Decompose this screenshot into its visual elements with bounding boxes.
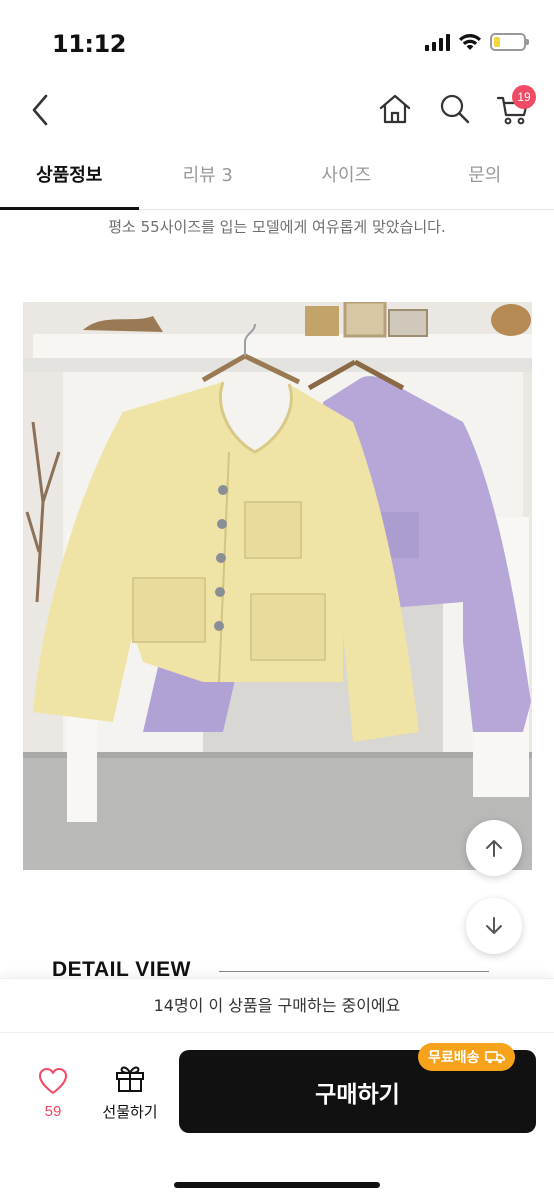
gift-icon <box>116 1066 144 1092</box>
back-arrow-icon[interactable] <box>26 92 58 128</box>
like-button[interactable]: 59 <box>30 1067 76 1120</box>
divider <box>219 971 489 972</box>
heart-icon <box>39 1068 67 1094</box>
top-navigation: 19 <box>0 80 554 140</box>
home-icon[interactable] <box>376 90 414 128</box>
gift-button[interactable]: 선물하기 <box>98 1063 162 1122</box>
product-tabs: 상품정보 리뷰 3 사이즈 문의 <box>0 150 554 210</box>
cart-count-badge: 19 <box>512 85 536 109</box>
home-indicator <box>174 1182 380 1188</box>
size-note: 평소 55사이즈를 입는 모델에게 여유롭게 맞았습니다. <box>108 218 446 236</box>
tab-reviews[interactable]: 리뷰 3 <box>139 150 278 209</box>
arrow-up-icon <box>486 840 502 857</box>
free-shipping-badge: 무료배송 <box>418 1043 515 1071</box>
arrow-down-icon <box>486 917 502 934</box>
truck-icon <box>484 1051 505 1064</box>
search-icon[interactable] <box>436 90 474 128</box>
wifi-icon <box>459 34 481 50</box>
tab-product-info[interactable]: 상품정보 <box>0 150 139 210</box>
viewers-banner: 14명이 이 상품을 구매하는 중이에요 <box>0 978 554 1032</box>
gift-label: 선물하기 <box>102 1103 158 1121</box>
status-bar: 11:12 <box>0 0 554 80</box>
status-icons <box>425 33 529 51</box>
signal-icon <box>425 33 450 51</box>
purchase-bar: 59 선물하기 구매하기 무료배송 <box>0 1032 554 1200</box>
battery-icon <box>490 33 529 51</box>
tab-inquiry[interactable]: 문의 <box>416 150 554 209</box>
free-shipping-label: 무료배송 <box>428 1050 480 1066</box>
like-count: 59 <box>44 1103 62 1120</box>
product-image <box>23 302 532 870</box>
status-time: 11:12 <box>52 30 126 58</box>
scroll-bottom-button[interactable] <box>466 898 522 954</box>
scroll-top-button[interactable] <box>466 820 522 876</box>
tab-size[interactable]: 사이즈 <box>277 150 416 209</box>
